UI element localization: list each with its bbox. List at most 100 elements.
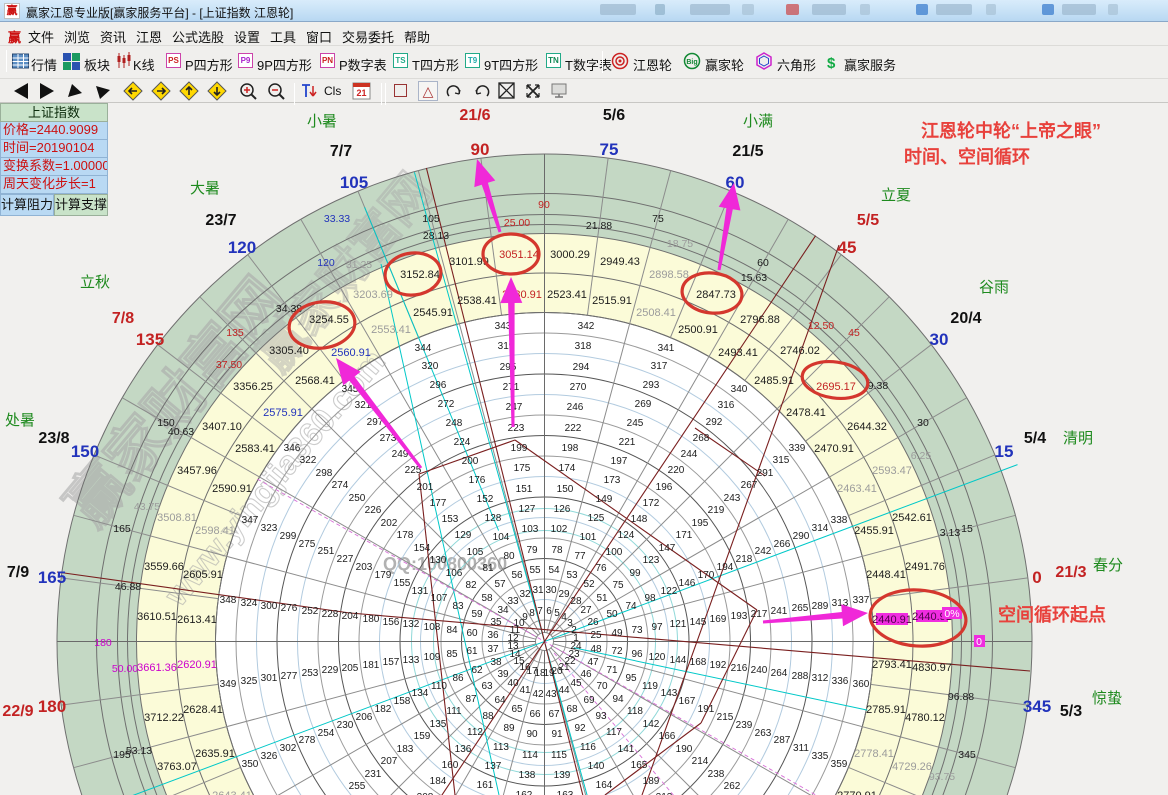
svg-text:204: 204	[342, 611, 359, 622]
svg-text:2695.17: 2695.17	[816, 381, 856, 393]
svg-text:142: 142	[643, 719, 660, 730]
svg-text:131: 131	[412, 586, 429, 597]
svg-text:21/6: 21/6	[459, 107, 490, 124]
svg-text:135: 135	[226, 327, 244, 339]
svg-text:2545.91: 2545.91	[413, 307, 453, 319]
svg-text:24: 24	[570, 641, 582, 652]
svg-text:62: 62	[471, 665, 483, 676]
svg-text:83: 83	[452, 601, 464, 612]
svg-text:196: 196	[656, 482, 673, 493]
svg-text:132: 132	[403, 619, 420, 630]
svg-text:21: 21	[356, 88, 366, 98]
svg-text:93: 93	[595, 711, 607, 722]
svg-text:7/7: 7/7	[330, 143, 352, 160]
svg-text:226: 226	[365, 505, 382, 516]
svg-text:165: 165	[38, 568, 66, 587]
svg-text:小满: 小满	[743, 113, 773, 130]
svg-text:2778.41: 2778.41	[854, 748, 894, 760]
svg-text:2796.88: 2796.88	[740, 314, 780, 326]
svg-text:240: 240	[751, 665, 768, 676]
svg-text:135: 135	[136, 330, 164, 349]
svg-text:104: 104	[493, 532, 510, 543]
svg-text:66: 66	[529, 709, 541, 720]
svg-text:37.50: 37.50	[216, 359, 242, 371]
svg-text:335: 335	[812, 751, 829, 762]
svg-text:115: 115	[551, 750, 567, 761]
svg-text:267: 267	[741, 480, 758, 491]
svg-text:194: 194	[717, 562, 734, 573]
svg-text:88: 88	[482, 711, 494, 722]
svg-text:2448.41: 2448.41	[866, 569, 906, 581]
svg-text:小暑: 小暑	[307, 113, 337, 130]
svg-text:178: 178	[397, 530, 414, 541]
svg-text:26: 26	[587, 617, 599, 628]
svg-text:197: 197	[611, 456, 628, 467]
svg-text:3712.22: 3712.22	[144, 712, 184, 724]
svg-text:342: 342	[578, 321, 595, 332]
svg-text:69: 69	[583, 695, 595, 706]
svg-text:136: 136	[455, 744, 472, 755]
svg-text:112: 112	[467, 727, 483, 738]
svg-text:205: 205	[342, 663, 359, 674]
svg-text:2568.41: 2568.41	[295, 375, 335, 387]
svg-text:177: 177	[430, 498, 447, 509]
svg-text:21/5: 21/5	[732, 143, 763, 160]
svg-text:7/8: 7/8	[112, 310, 134, 327]
svg-text:114: 114	[522, 750, 538, 761]
svg-text:180: 180	[38, 697, 66, 716]
svg-text:299: 299	[280, 531, 297, 542]
svg-text:172: 172	[643, 498, 660, 509]
svg-text:158: 158	[394, 696, 411, 707]
svg-text:78: 78	[551, 545, 563, 556]
svg-text:3: 3	[567, 618, 573, 629]
svg-text:73: 73	[631, 625, 643, 636]
svg-text:3407.10: 3407.10	[202, 421, 242, 433]
svg-text:21/3: 21/3	[1055, 564, 1086, 581]
svg-text:58: 58	[481, 593, 493, 604]
svg-text:161: 161	[477, 780, 494, 791]
svg-text:228: 228	[322, 609, 339, 620]
svg-text:55: 55	[529, 565, 541, 576]
svg-text:80: 80	[503, 551, 515, 562]
svg-text:3152.84: 3152.84	[400, 269, 440, 281]
svg-text:8: 8	[529, 608, 535, 619]
svg-text:145: 145	[690, 617, 707, 628]
svg-text:101: 101	[580, 532, 597, 543]
svg-text:227: 227	[337, 554, 354, 565]
svg-text:7/9: 7/9	[7, 564, 29, 581]
svg-text:61: 61	[466, 646, 478, 657]
svg-text:2440.91: 2440.91	[872, 614, 912, 626]
svg-text:2463.41: 2463.41	[837, 483, 877, 495]
svg-text:3661.36: 3661.36	[137, 662, 177, 674]
svg-text:12.50: 12.50	[808, 320, 834, 332]
svg-text:323: 323	[261, 523, 278, 534]
svg-text:42: 42	[532, 689, 544, 700]
svg-text:2746.02: 2746.02	[780, 345, 820, 357]
svg-text:181: 181	[363, 660, 380, 671]
svg-text:98: 98	[644, 593, 656, 604]
svg-text:198: 198	[562, 443, 579, 454]
svg-text:193: 193	[731, 611, 748, 622]
svg-text:163: 163	[557, 790, 574, 795]
svg-text:3610.51: 3610.51	[137, 611, 177, 623]
svg-text:265: 265	[792, 603, 809, 614]
svg-text:75: 75	[652, 213, 664, 225]
svg-text:103: 103	[522, 524, 539, 535]
svg-text:31: 31	[532, 585, 544, 596]
svg-text:184: 184	[430, 776, 447, 787]
svg-text:76: 76	[595, 563, 607, 574]
svg-text:348: 348	[220, 595, 237, 606]
svg-text:89: 89	[503, 723, 515, 734]
svg-text:97: 97	[651, 622, 663, 633]
svg-text:270: 270	[570, 382, 587, 393]
svg-text:360: 360	[853, 679, 870, 690]
svg-text:318: 318	[575, 341, 592, 352]
svg-text:199: 199	[511, 443, 528, 454]
svg-text:2470.91: 2470.91	[814, 443, 854, 455]
svg-text:41: 41	[519, 685, 531, 696]
svg-text:60: 60	[466, 628, 478, 639]
svg-text:0: 0	[1032, 568, 1041, 587]
svg-text:18.75: 18.75	[667, 238, 693, 250]
svg-text:25.00: 25.00	[504, 217, 530, 229]
svg-text:120: 120	[649, 652, 666, 663]
